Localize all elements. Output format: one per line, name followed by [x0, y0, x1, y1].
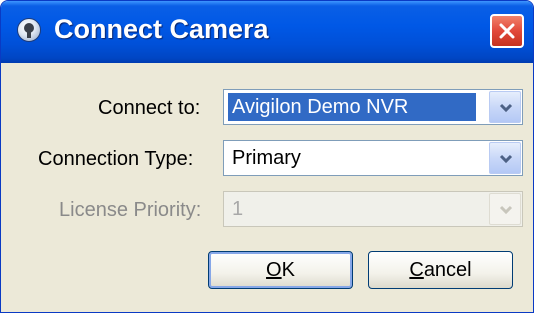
- license-priority-label: License Priority:: [59, 199, 202, 221]
- dialog-body: Connect to: Avigilon Demo NVR Connection…: [1, 63, 533, 312]
- close-icon: [499, 23, 515, 39]
- connection-type-value: Primary: [232, 147, 301, 169]
- ok-label-rest: K: [281, 259, 295, 281]
- cancel-label-rest: ancel: [423, 259, 472, 281]
- cancel-mnemonic: C: [409, 259, 424, 281]
- camera-icon: [17, 18, 41, 42]
- connection-type-combobox[interactable]: Primary: [223, 140, 523, 176]
- license-priority-combobox: 1: [223, 191, 523, 227]
- chevron-down-icon: [499, 103, 513, 113]
- cancel-button[interactable]: Cancel: [368, 251, 513, 289]
- connect-to-value: Avigilon Demo NVR: [228, 93, 476, 121]
- connect-to-combobox[interactable]: Avigilon Demo NVR: [223, 89, 523, 125]
- ok-mnemonic: O: [266, 259, 282, 281]
- window-title: Connect Camera: [54, 14, 269, 44]
- license-priority-value: 1: [232, 198, 244, 220]
- connect-to-dropdown-button[interactable]: [489, 91, 521, 123]
- connect-camera-dialog: Connect Camera Connect to: Avigilon Demo…: [0, 0, 534, 313]
- license-priority-dropdown-button: [489, 193, 521, 225]
- close-button[interactable]: [490, 14, 524, 48]
- ok-button[interactable]: OK: [208, 251, 353, 289]
- connect-to-label: Connect to:: [98, 97, 201, 119]
- connection-type-dropdown-button[interactable]: [489, 142, 521, 174]
- connection-type-label: Connection Type:: [38, 148, 194, 170]
- title-bar[interactable]: Connect Camera: [1, 1, 533, 63]
- chevron-down-icon: [499, 154, 513, 164]
- chevron-down-icon: [499, 205, 513, 215]
